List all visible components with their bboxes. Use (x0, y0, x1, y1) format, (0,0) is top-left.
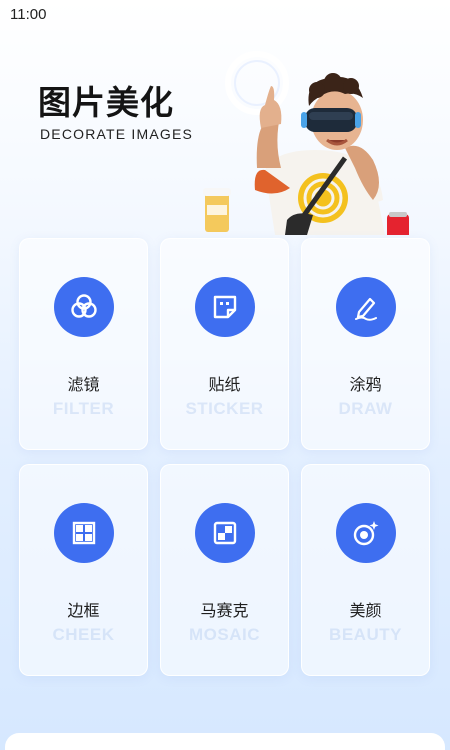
draw-icon (335, 277, 396, 337)
tool-frame-label: 边框 (67, 601, 100, 620)
frame-icon (53, 503, 114, 563)
tool-draw-label: 涂鸦 (349, 375, 382, 394)
bottom-panel (5, 733, 445, 750)
can-illustration (387, 212, 409, 235)
tool-mosaic[interactable]: 马赛克 MOSAIC (160, 464, 289, 676)
tool-filter-label-en: FILTER (52, 399, 115, 418)
tool-draw-label-en: DRAW (338, 399, 393, 418)
hero-banner: 图片美化 DECORATE IMAGES (0, 30, 450, 235)
status-time: 11:00 (10, 6, 47, 23)
tool-sticker-label: 贴纸 (208, 375, 241, 394)
tool-frame[interactable]: 边框 CHEEK (19, 464, 148, 676)
tool-sticker[interactable]: 贴纸 STICKER (160, 238, 289, 450)
tool-filter[interactable]: 滤镜 FILTER (19, 238, 148, 450)
tool-sticker-label-en: STICKER (185, 399, 264, 418)
sticker-icon (194, 277, 255, 337)
hero-illustration (203, 51, 409, 235)
status-bar: 11:00 (0, 0, 450, 30)
mosaic-icon (194, 503, 255, 563)
tools-grid: 滤镜 FILTER 贴纸 STICKER 涂鸦 DRAW 边框 CHEEK 马赛… (19, 238, 431, 678)
tool-beauty-label: 美颜 (349, 601, 382, 620)
tool-beauty[interactable]: 美颜 BEAUTY (301, 464, 430, 676)
tool-mosaic-label: 马赛克 (200, 601, 249, 620)
tool-mosaic-label-en: MOSAIC (189, 625, 260, 644)
cup-illustration (203, 188, 231, 232)
tool-frame-label-en: CHEEK (52, 625, 115, 644)
page-subtitle: DECORATE IMAGES (40, 126, 194, 142)
tool-draw[interactable]: 涂鸦 DRAW (301, 238, 430, 450)
filter-icon (53, 277, 114, 337)
page-title: 图片美化 (38, 83, 174, 122)
beauty-icon (335, 503, 396, 563)
tool-beauty-label-en: BEAUTY (329, 625, 402, 644)
tool-filter-label: 滤镜 (67, 375, 100, 394)
